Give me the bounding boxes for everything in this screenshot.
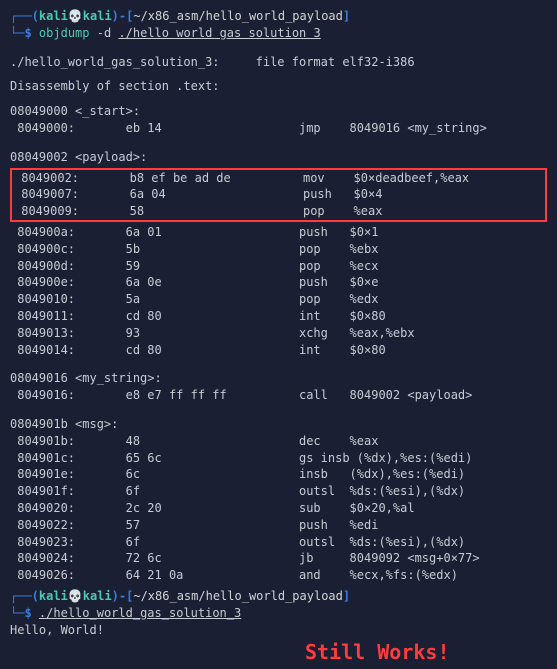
highlight-box: 8049002: b8 ef be ad de mov $0×deadbeef,… [10, 168, 547, 222]
disasm-line: 804901c: 65 6c gs insb (%dx),%es:(%edi) [10, 450, 547, 467]
program-output: Hello, World! [10, 622, 547, 639]
payload-label: 08049002 <payload>: [10, 149, 547, 166]
disasm-line: 804900d: 59 pop %ecx [10, 258, 547, 275]
prompt-user: kali [39, 9, 68, 23]
skull-icon: 💀 [68, 589, 83, 603]
prompt-path: ~/x86_asm/hello_world_payload [133, 9, 343, 23]
prompt2-line-1: ┌──(kali💀kali)-[~/x86_asm/hello_world_pa… [10, 588, 547, 605]
disassembly-header: Disassembly of section .text: [10, 78, 547, 95]
disasm-line: 8049022: 57 push %edi [10, 517, 547, 534]
prompt-dollar: └─$ [10, 606, 32, 620]
disasm-line: 8049000: eb 14 jmp 8049016 <my_string> [10, 120, 547, 137]
flag: -d [97, 26, 111, 40]
disasm-line: 804901f: 6f outsl %ds:(%esi),(%dx) [10, 483, 547, 500]
prompt-user: kali [39, 589, 68, 603]
prompt-close-path: ] [343, 9, 350, 23]
disasm-line: 804900c: 5b pop %ebx [10, 241, 547, 258]
prompt-close-user: )-[ [112, 589, 134, 603]
disasm-line: 804900a: 6a 01 push $0×1 [10, 224, 547, 241]
start-label: 08049000 <_start>: [10, 103, 547, 120]
prompt-open: ┌──( [10, 589, 39, 603]
disasm-line: 8049011: cd 80 int $0×80 [10, 308, 547, 325]
disasm-line: 8049010: 5a pop %edx [10, 291, 547, 308]
prompt-line-1: ┌──(kali💀kali)-[~/x86_asm/hello_world_pa… [10, 8, 547, 25]
disasm-line: 804901b: 48 dec %eax [10, 433, 547, 450]
disasm-line: 8049020: 2c 20 sub $0×20,%al [10, 500, 547, 517]
disasm-line: 8049013: 93 xchg %eax,%ebx [10, 325, 547, 342]
prompt-open: ┌──( [10, 9, 39, 23]
prompt-path: ~/x86_asm/hello_world_payload [133, 589, 343, 603]
prompt-line-2[interactable]: └─$ objdump -d ./hello world gas solutio… [10, 25, 547, 42]
command: ./hello_world_gas_solution_3 [39, 606, 241, 620]
file-format-line: ./hello_world_gas_solution_3: file forma… [10, 54, 547, 71]
annotation-text: Still Works! [305, 638, 450, 666]
disasm-line: 8049009: 58 pop %eax [14, 203, 543, 220]
disasm-line: 8049014: cd 80 int $0×80 [10, 342, 547, 359]
mystring-label: 08049016 <my_string>: [10, 370, 547, 387]
disasm-line: 804900e: 6a 0e push $0×e [10, 274, 547, 291]
prompt-host: kali [83, 589, 112, 603]
prompt2-line-2[interactable]: └─$ ./hello_world_gas_solution_3 [10, 605, 547, 622]
prompt-close-path: ] [343, 589, 350, 603]
disasm-line: 8049023: 6f outsl %ds:(%esi),(%dx) [10, 534, 547, 551]
disasm-line: 804901e: 6c insb (%dx),%es:(%edi) [10, 466, 547, 483]
prompt-host: kali [83, 9, 112, 23]
skull-icon: 💀 [68, 9, 83, 23]
disasm-line: 8049016: e8 e7 ff ff ff call 8049002 <pa… [10, 387, 547, 404]
prompt-dollar: └─$ [10, 26, 32, 40]
command: objdump [39, 26, 90, 40]
disasm-line: 8049002: b8 ef be ad de mov $0×deadbeef,… [14, 170, 543, 187]
prompt-close-user: )-[ [112, 9, 134, 23]
disasm-line: 8049024: 72 6c jb 8049092 <msg+0×77> [10, 550, 547, 567]
command-arg: ./hello world gas solution 3 [118, 26, 320, 40]
msg-label: 0804901b <msg>: [10, 416, 547, 433]
disasm-line: 8049026: 64 21 0a and %ecx,%fs:(%edx) [10, 567, 547, 584]
disasm-line: 8049007: 6a 04 push $0×4 [14, 186, 543, 203]
